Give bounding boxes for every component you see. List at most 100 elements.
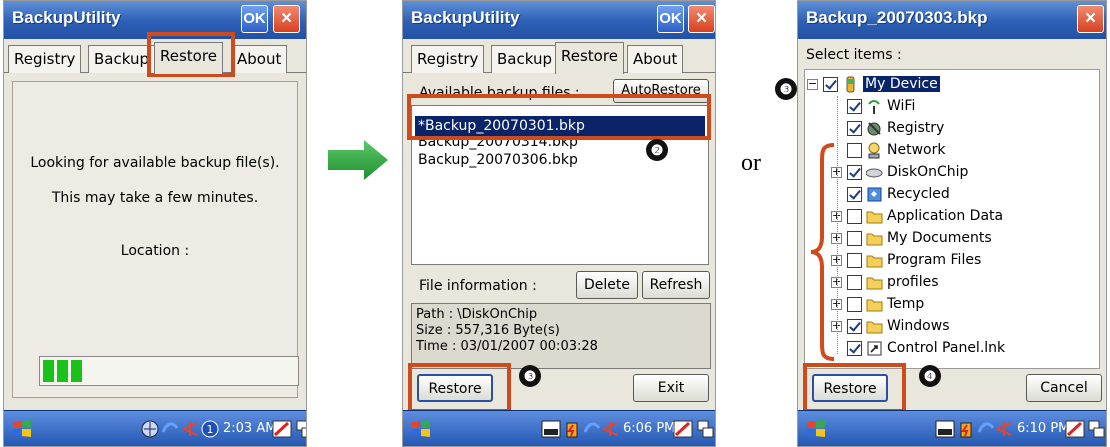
start-windows-icon[interactable] bbox=[410, 418, 432, 440]
autorestore-button[interactable]: AutoRestore bbox=[613, 79, 709, 103]
tree-node[interactable]: + Program Files bbox=[831, 250, 1099, 272]
item-checkbox[interactable] bbox=[847, 297, 862, 312]
tab-backup[interactable]: Backup bbox=[88, 45, 155, 73]
tab-about[interactable]: About bbox=[231, 45, 288, 73]
tree-node-label[interactable]: My Device bbox=[863, 76, 940, 92]
tree-node[interactable]: Recycled bbox=[831, 184, 1099, 206]
file-list-item[interactable]: Backup_20070306.bkp bbox=[418, 152, 578, 168]
sync-tray-icon[interactable] bbox=[161, 420, 179, 438]
item-checkbox[interactable] bbox=[847, 143, 862, 158]
item-checkbox[interactable] bbox=[847, 253, 862, 268]
tree-node-label[interactable]: DiskOnChip bbox=[887, 164, 968, 180]
ok-button[interactable]: OK bbox=[657, 5, 684, 33]
input-panel-icon[interactable] bbox=[673, 419, 693, 439]
item-checkbox[interactable] bbox=[847, 341, 862, 356]
item-checkbox[interactable] bbox=[847, 165, 862, 180]
refresh-button[interactable]: Refresh bbox=[642, 271, 710, 299]
tab-registry[interactable]: Registry bbox=[411, 45, 485, 73]
tree-node-label[interactable]: profiles bbox=[887, 274, 939, 290]
item-checkbox[interactable] bbox=[847, 99, 862, 114]
network-tray-icon[interactable] bbox=[141, 420, 159, 438]
tree-node[interactable]: − My Device bbox=[807, 74, 1099, 96]
backup-file-list[interactable]: *Backup_20070301.bkp Backup_20070314.bkp… bbox=[411, 105, 709, 265]
start-windows-icon[interactable] bbox=[805, 418, 827, 440]
cancel-button[interactable]: Cancel bbox=[1026, 374, 1102, 402]
item-checkbox[interactable] bbox=[847, 231, 862, 246]
tree-node-label[interactable]: Recycled bbox=[887, 186, 950, 202]
tree-node[interactable]: + My Documents bbox=[831, 228, 1099, 250]
clock[interactable]: 6:06 PM bbox=[623, 421, 675, 436]
tree-node-label[interactable]: Registry bbox=[887, 120, 944, 136]
close-button[interactable]: × bbox=[1077, 5, 1104, 33]
tab-backup[interactable]: Backup bbox=[491, 45, 558, 73]
tree-node-label[interactable]: WiFi bbox=[887, 98, 915, 114]
item-checkbox[interactable] bbox=[847, 121, 862, 136]
item-checkbox[interactable] bbox=[823, 77, 838, 92]
collapse-icon[interactable]: − bbox=[807, 78, 818, 90]
input-panel-icon[interactable] bbox=[1065, 419, 1085, 439]
restore-button[interactable]: Restore bbox=[417, 374, 493, 402]
tab-restore[interactable]: Restore bbox=[555, 42, 624, 74]
tab-registry[interactable]: Registry bbox=[8, 45, 82, 73]
windows-switch-icon[interactable] bbox=[1088, 419, 1106, 439]
sync-tray-icon[interactable] bbox=[583, 420, 601, 438]
title-bar: BackupUtility OK × bbox=[403, 1, 715, 39]
tree-node[interactable]: + Windows bbox=[831, 316, 1099, 338]
exit-button[interactable]: Exit bbox=[633, 374, 709, 402]
backup-utility-screen-files: BackupUtility OK × Registry Backup Resto… bbox=[402, 0, 716, 447]
tree-node-label[interactable]: Control Panel.lnk bbox=[887, 340, 1005, 356]
close-button[interactable]: × bbox=[273, 5, 300, 33]
delete-button[interactable]: Delete bbox=[576, 271, 638, 299]
item-checkbox[interactable] bbox=[847, 209, 862, 224]
tree-node-label[interactable]: Temp bbox=[887, 296, 924, 312]
input-panel-icon[interactable] bbox=[272, 419, 292, 439]
backup-items-tree[interactable]: − My Device WiFi Registry Network + DiskOnChip… bbox=[804, 69, 1100, 369]
sync-tray-icon[interactable] bbox=[977, 420, 995, 438]
backup-item-selection-screen: Backup_20070303.bkp × Select items : − My… bbox=[797, 0, 1107, 447]
taskbar: 1 2:03 AM bbox=[4, 410, 306, 446]
tab-restore[interactable]: Restore bbox=[154, 42, 223, 74]
info-tray-icon[interactable]: 1 bbox=[201, 420, 219, 438]
item-checkbox[interactable] bbox=[847, 187, 862, 202]
start-windows-icon[interactable] bbox=[11, 418, 33, 440]
cipherlab-tray-icon[interactable] bbox=[935, 420, 955, 438]
tree-node-label[interactable]: My Documents bbox=[887, 230, 992, 246]
bluetooth-tray-icon[interactable] bbox=[995, 420, 1013, 438]
windows-switch-icon[interactable] bbox=[697, 419, 715, 439]
tree-node[interactable]: WiFi bbox=[831, 96, 1099, 118]
tree-node[interactable]: Registry bbox=[831, 118, 1099, 140]
tree-node-label[interactable]: Application Data bbox=[887, 208, 1003, 224]
bluetooth-tray-icon[interactable] bbox=[181, 420, 199, 438]
restore-button[interactable]: Restore bbox=[812, 374, 888, 402]
file-list-item[interactable]: Backup_20070314.bkp bbox=[418, 136, 578, 150]
battery-tray-icon[interactable] bbox=[563, 420, 581, 438]
search-panel: Looking for available backup file(s). Th… bbox=[12, 81, 299, 398]
tree-node-label[interactable]: Network bbox=[887, 142, 945, 158]
tree-node[interactable]: + Application Data bbox=[831, 206, 1099, 228]
tab-strip: Registry Backup Restore About bbox=[4, 39, 306, 74]
tree-node[interactable]: Network bbox=[831, 140, 1099, 162]
clock[interactable]: 6:10 PM bbox=[1017, 421, 1069, 436]
windows-switch-icon[interactable] bbox=[296, 419, 307, 439]
searching-message: Looking for available backup file(s). bbox=[30, 155, 280, 171]
item-checkbox[interactable] bbox=[847, 319, 862, 334]
tree-node[interactable]: + DiskOnChip bbox=[831, 162, 1099, 184]
disk-icon bbox=[865, 164, 883, 181]
file-information-label: File information : bbox=[419, 278, 537, 294]
tree-node[interactable]: + profiles bbox=[831, 272, 1099, 294]
cipherlab-tray-icon[interactable] bbox=[541, 420, 561, 438]
battery-tray-icon[interactable] bbox=[957, 420, 975, 438]
item-checkbox[interactable] bbox=[847, 275, 862, 290]
close-button[interactable]: × bbox=[688, 5, 715, 33]
tree-node-label[interactable]: Windows bbox=[887, 318, 950, 334]
location-label: Location : bbox=[120, 243, 190, 259]
bluetooth-tray-icon[interactable] bbox=[601, 420, 619, 438]
file-list-item[interactable]: *Backup_20070301.bkp bbox=[415, 116, 705, 136]
tree-node[interactable]: Control Panel.lnk bbox=[831, 338, 1099, 360]
next-step-arrow-icon bbox=[328, 140, 388, 180]
tree-node-label[interactable]: Program Files bbox=[887, 252, 981, 268]
ok-button[interactable]: OK bbox=[241, 5, 268, 33]
clock[interactable]: 2:03 AM bbox=[223, 421, 276, 436]
tree-node[interactable]: + Temp bbox=[831, 294, 1099, 316]
tab-about[interactable]: About bbox=[627, 45, 684, 73]
